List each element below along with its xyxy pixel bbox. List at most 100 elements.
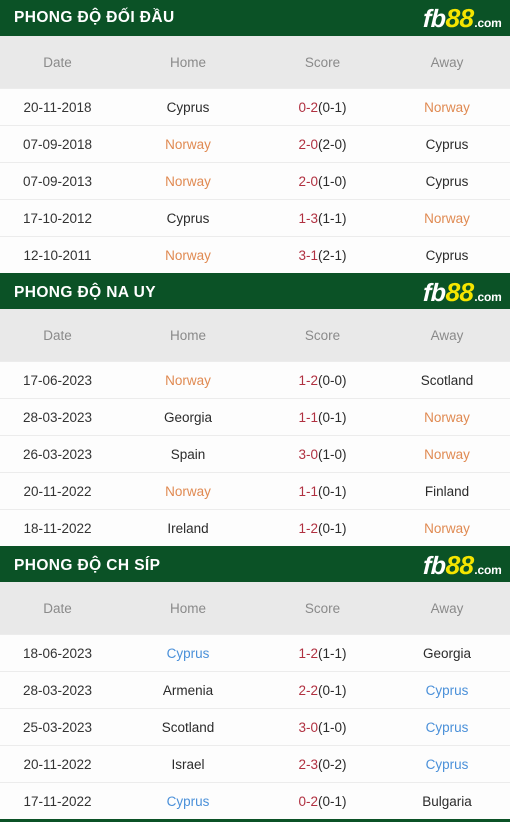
cell-date: 28-03-2023 [0, 671, 115, 709]
cell-date: 28-03-2023 [0, 398, 115, 436]
cell-away: Norway [384, 435, 510, 473]
section-title: PHONG ĐỘ CH SÍP [14, 556, 161, 574]
column-header-away: Away [384, 582, 510, 635]
away-team-name: Cyprus [425, 173, 469, 189]
home-team-name: Armenia [162, 682, 214, 698]
cell-home: Cyprus [115, 782, 261, 819]
home-team-name: Norway [165, 173, 211, 189]
sections-container: PHONG ĐỘ ĐỐI ĐẦU fb 88 .com Date Home Score Awa… [0, 0, 510, 822]
section-header: PHONG ĐỘ ĐỐI ĐẦU fb 88 .com [0, 0, 510, 36]
logo-text-com: .com [474, 290, 503, 304]
table-row[interactable]: 17-06-2023 Norway 1-2(0-0) Scotland [0, 361, 510, 399]
fb88-logo: fb 88 .com [423, 2, 503, 33]
match-date: 07-09-2013 [22, 173, 93, 189]
full-time-score: 1-1 [298, 483, 318, 499]
match-table: Date Home Score Away 20-11-2018 Cyprus 0-2(0-1… [0, 36, 510, 273]
away-team-name: Norway [424, 409, 470, 425]
table-row[interactable]: 17-10-2012 Cyprus 1-3(1-1) Norway [0, 199, 510, 237]
column-header-date: Date [0, 36, 115, 89]
match-date: 17-06-2023 [22, 372, 93, 388]
column-header-score: Score [261, 309, 384, 362]
table-row[interactable]: 25-03-2023 Scotland 3-0(1-0) Cyprus [0, 708, 510, 746]
table-row[interactable]: 28-03-2023 Georgia 1-1(0-1) Norway [0, 398, 510, 436]
full-time-score: 2-0 [298, 136, 318, 152]
home-team-name: Spain [170, 446, 206, 462]
home-team-name: Norway [165, 372, 211, 388]
form-section: PHONG ĐỘ CH SÍP fb 88 .com Date Home Score Away… [0, 546, 510, 822]
table-header-row: Date Home Score Away [0, 582, 510, 635]
table-row[interactable]: 18-06-2023 Cyprus 1-2(1-1) Georgia [0, 634, 510, 672]
cell-score: 2-2(0-1) [261, 671, 384, 709]
away-team-name: Finland [424, 483, 470, 499]
cell-date: 20-11-2022 [0, 745, 115, 783]
away-team-name: Cyprus [425, 756, 469, 772]
cell-score: 3-1(2-1) [261, 236, 384, 273]
table-row[interactable]: 20-11-2018 Cyprus 0-2(0-1) Norway [0, 88, 510, 126]
cell-home: Spain [115, 435, 261, 473]
cell-away: Bulgaria [384, 782, 510, 819]
table-row[interactable]: 28-03-2023 Armenia 2-2(0-1) Cyprus [0, 671, 510, 709]
half-time-score: (0-1) [318, 682, 347, 698]
match-date: 18-11-2022 [23, 520, 92, 536]
home-team-name: Scotland [161, 719, 215, 735]
match-table: Date Home Score Away 18-06-2023 Cyprus 1-2(1-1… [0, 582, 510, 819]
logo-text-88: 88 [445, 277, 475, 307]
full-time-score: 1-3 [298, 210, 318, 226]
half-time-score: (0-1) [318, 99, 347, 115]
table-row[interactable]: 26-03-2023 Spain 3-0(1-0) Norway [0, 435, 510, 473]
home-team-name: Norway [165, 483, 211, 499]
cell-date: 25-03-2023 [0, 708, 115, 746]
section-title: PHONG ĐỘ ĐỐI ĐẦU [14, 9, 175, 27]
cell-score: 1-3(1-1) [261, 199, 384, 237]
cell-away: Norway [384, 398, 510, 436]
away-team-name: Cyprus [425, 247, 469, 263]
form-section: PHONG ĐỘ NA UY fb 88 .com Date Home Score Away 1… [0, 273, 510, 546]
half-time-score: (1-1) [318, 210, 347, 226]
cell-date: 07-09-2018 [0, 125, 115, 163]
match-date: 28-03-2023 [22, 409, 93, 425]
logo-text-com: .com [474, 563, 503, 577]
cell-home: Israel [115, 745, 261, 783]
match-date: 17-10-2012 [22, 210, 93, 226]
half-time-score: (2-0) [318, 136, 347, 152]
cell-score: 1-2(1-1) [261, 634, 384, 672]
table-row[interactable]: 18-11-2022 Ireland 1-2(0-1) Norway [0, 509, 510, 546]
logo-text-fb: fb [422, 279, 447, 307]
cell-home: Armenia [115, 671, 261, 709]
column-header-away: Away [384, 36, 510, 89]
table-row[interactable]: 07-09-2018 Norway 2-0(2-0) Cyprus [0, 125, 510, 163]
cell-score: 3-0(1-0) [261, 708, 384, 746]
column-header-date: Date [0, 309, 115, 362]
away-team-name: Norway [424, 520, 470, 536]
half-time-score: (0-2) [318, 756, 347, 772]
cell-home: Cyprus [115, 199, 261, 237]
column-header-home: Home [115, 582, 261, 635]
cell-date: 07-09-2013 [0, 162, 115, 200]
half-time-score: (0-1) [318, 793, 347, 809]
table-row[interactable]: 20-11-2022 Israel 2-3(0-2) Cyprus [0, 745, 510, 783]
match-date: 17-11-2022 [23, 793, 92, 809]
cell-score: 2-3(0-2) [261, 745, 384, 783]
away-team-name: Cyprus [425, 682, 469, 698]
half-time-score: (0-1) [318, 409, 347, 425]
cell-home: Cyprus [115, 634, 261, 672]
cell-away: Norway [384, 199, 510, 237]
cell-date: 12-10-2011 [0, 236, 115, 273]
full-time-score: 2-2 [298, 682, 318, 698]
cell-away: Norway [384, 88, 510, 126]
cell-score: 2-0(1-0) [261, 162, 384, 200]
table-row[interactable]: 20-11-2022 Norway 1-1(0-1) Finland [0, 472, 510, 510]
table-row[interactable]: 07-09-2013 Norway 2-0(1-0) Cyprus [0, 162, 510, 200]
table-row[interactable]: 12-10-2011 Norway 3-1(2-1) Cyprus [0, 236, 510, 273]
cell-home: Scotland [115, 708, 261, 746]
match-date: 07-09-2018 [22, 136, 93, 152]
table-row[interactable]: 17-11-2022 Cyprus 0-2(0-1) Bulgaria [0, 782, 510, 819]
match-table: Date Home Score Away 17-06-2023 Norway 1-2(0-0… [0, 309, 510, 546]
cell-score: 1-2(0-0) [261, 361, 384, 399]
logo-text-88: 88 [445, 2, 475, 33]
home-team-name: Israel [171, 756, 205, 772]
full-time-score: 2-3 [298, 756, 318, 772]
full-time-score: 0-2 [298, 793, 318, 809]
cell-date: 26-03-2023 [0, 435, 115, 473]
cell-home: Norway [115, 162, 261, 200]
